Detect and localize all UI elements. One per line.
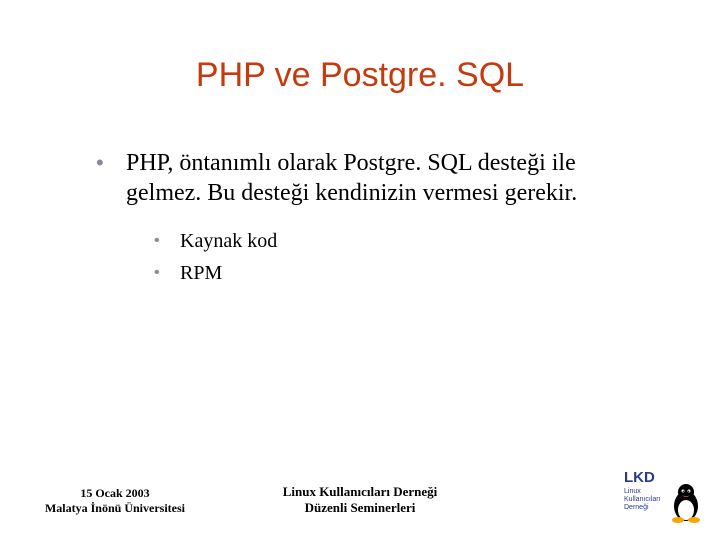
footer-date: 15 Ocak 2003 <box>30 486 200 501</box>
sub-bullet-item: • RPM <box>154 260 652 286</box>
logo-text-sub1: Linux <box>624 488 641 495</box>
footer-location: Malatya İnönü Üniversitesi <box>30 501 200 516</box>
footer-org: Linux Kullanıcıları Derneği <box>250 484 470 500</box>
footer-left: 15 Ocak 2003 Malatya İnönü Üniversitesi <box>30 486 200 516</box>
slide-title: PHP ve Postgre. SQL <box>0 56 720 95</box>
bullet-text: PHP, öntanımlı olarak Postgre. SQL deste… <box>126 148 652 208</box>
sub-bullet-list: • Kaynak kod • RPM <box>154 228 652 286</box>
footer-center: Linux Kullanıcıları Derneği Düzenli Semi… <box>250 484 470 516</box>
bullet-icon: • <box>154 228 180 254</box>
bullet-item: • PHP, öntanımlı olarak Postgre. SQL des… <box>92 148 652 208</box>
lkd-logo-svg: LKD Linux Kullanıcıları Derneği <box>622 466 702 526</box>
logo-text-sub3: Derneği <box>624 504 649 511</box>
tux-icon <box>672 484 700 523</box>
slide: PHP ve Postgre. SQL • PHP, öntanımlı ola… <box>0 0 720 540</box>
content-body: • PHP, öntanımlı olarak Postgre. SQL des… <box>92 148 652 292</box>
footer-series: Düzenli Seminerleri <box>250 500 470 516</box>
bullet-icon: • <box>92 148 126 178</box>
sub-bullet-item: • Kaynak kod <box>154 228 652 254</box>
sub-bullet-text: RPM <box>180 260 222 286</box>
sub-bullet-text: Kaynak kod <box>180 228 277 254</box>
lkd-logo: LKD Linux Kullanıcıları Derneği <box>622 466 702 526</box>
logo-text-lkd: LKD <box>624 469 655 486</box>
logo-text-sub2: Kullanıcıları <box>624 496 661 503</box>
bullet-icon: • <box>154 260 180 286</box>
